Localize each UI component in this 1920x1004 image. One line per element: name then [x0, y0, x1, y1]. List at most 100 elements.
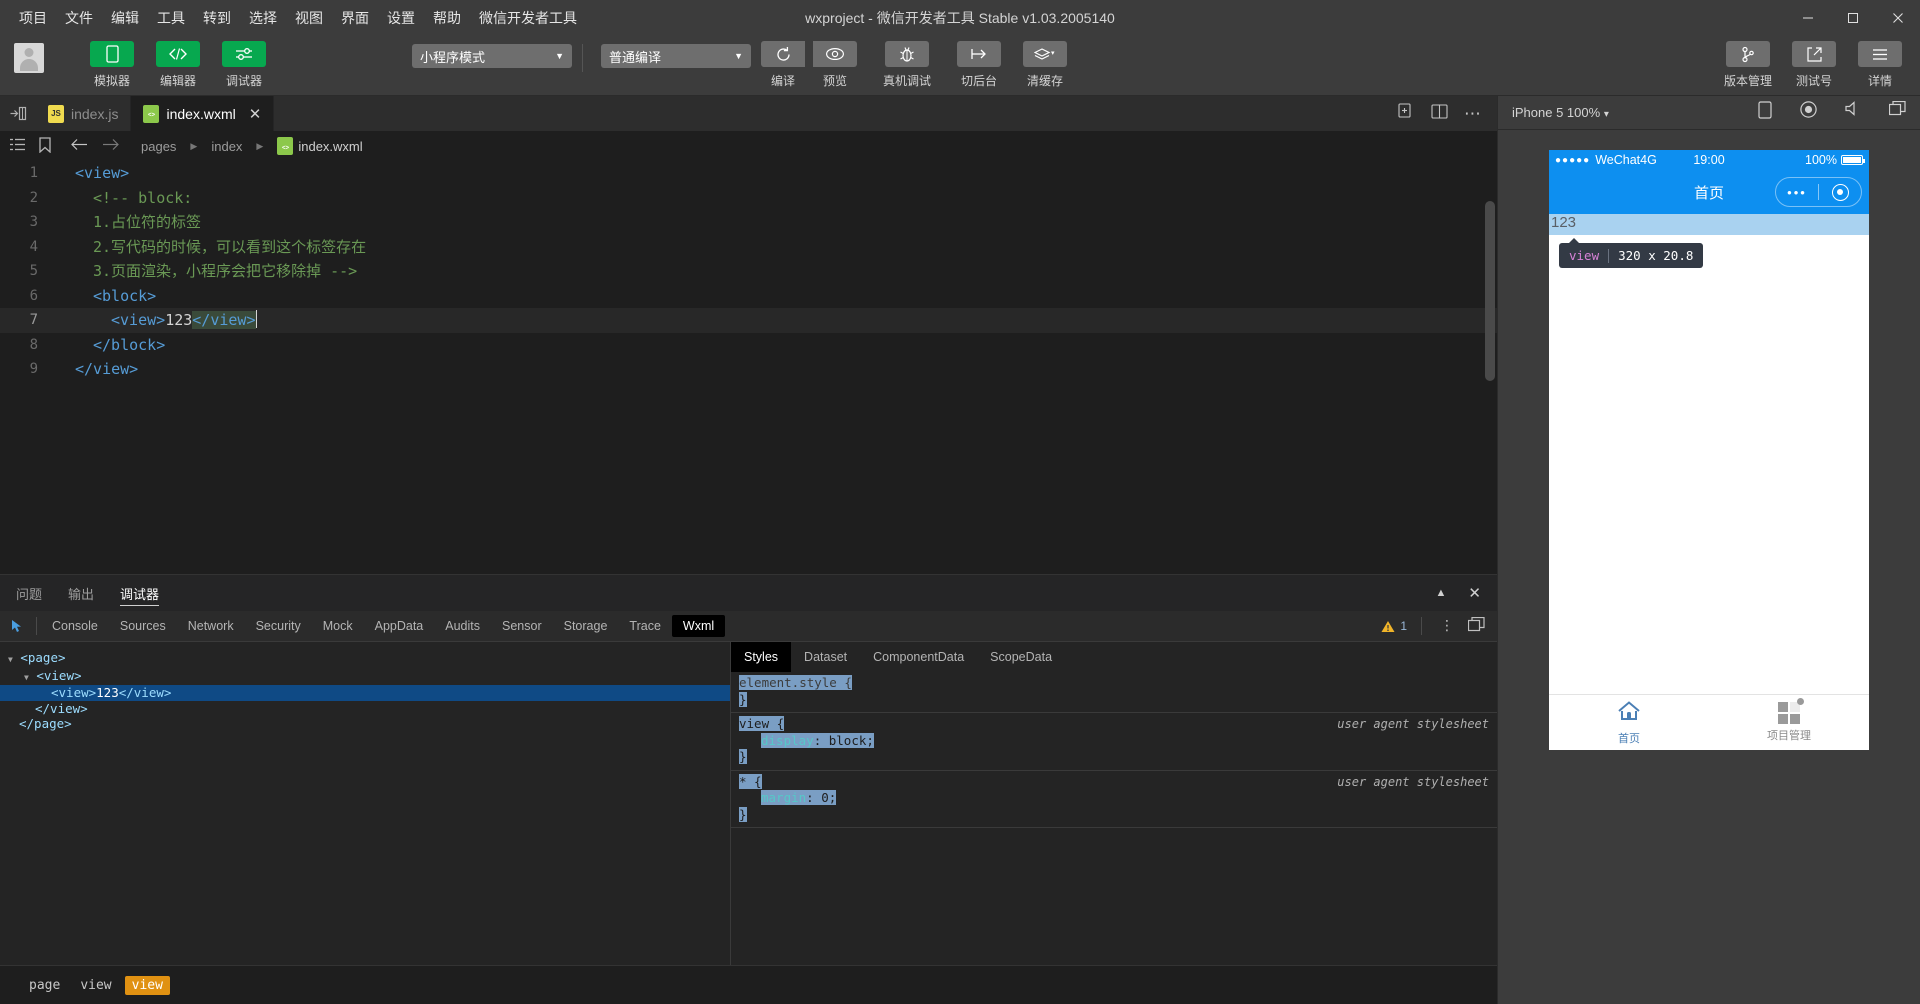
devtools-tab-mock[interactable]: Mock: [312, 615, 364, 637]
clear-cache-button[interactable]: ▾ 清缓存: [1019, 41, 1071, 89]
style-selector[interactable]: element.style {: [739, 675, 1497, 692]
dom-node-selected[interactable]: <view>123</view>: [0, 685, 730, 701]
tab-output[interactable]: 输出: [58, 575, 104, 611]
devtools-more-icon[interactable]: ⋮: [1440, 618, 1454, 632]
inspect-element-icon[interactable]: [0, 619, 36, 634]
toggle-sidebar-icon[interactable]: [0, 96, 36, 131]
styles-tab-dataset[interactable]: Dataset: [791, 642, 860, 672]
style-rule[interactable]: element.style {}: [731, 672, 1497, 713]
menu-item-settings[interactable]: 设置: [378, 4, 424, 32]
devtools-tab-security[interactable]: Security: [245, 615, 312, 637]
style-declaration[interactable]: margin: 0;: [739, 790, 1497, 807]
more-actions-icon[interactable]: ⋯: [1464, 105, 1481, 122]
bookmark-icon[interactable]: [39, 136, 51, 156]
breadcrumb-item-file[interactable]: <> index.wxml: [277, 137, 363, 155]
phone-page-body[interactable]: 123 view 320 x 20.8 首页 项目管理: [1549, 214, 1869, 750]
record-icon[interactable]: [1800, 101, 1817, 124]
navigate-forward-icon[interactable]: [102, 138, 119, 154]
detach-window-icon[interactable]: [1888, 100, 1906, 124]
devtools-tab-storage[interactable]: Storage: [553, 615, 619, 637]
warning-badge[interactable]: 1: [1381, 619, 1407, 633]
test-account-button[interactable]: 测试号: [1788, 41, 1840, 89]
tab-problems[interactable]: 问题: [6, 575, 52, 611]
styles-tab-scopedata[interactable]: ScopeData: [977, 642, 1065, 672]
style-rule[interactable]: user agent stylesheet view {display: bloc…: [731, 713, 1497, 771]
dom-node[interactable]: ▼ <page>: [0, 650, 730, 668]
target-icon[interactable]: [1819, 183, 1861, 201]
dom-crumb-view[interactable]: view: [73, 976, 118, 995]
dom-node[interactable]: ▼ <view>: [0, 668, 730, 686]
capsule-button[interactable]: •••: [1775, 177, 1862, 207]
devtools-tab-network[interactable]: Network: [177, 615, 245, 637]
menu-item-edit[interactable]: 编辑: [102, 4, 148, 32]
code-lines[interactable]: 1 <view> 2 <!-- block: 3 1.占位符的标签 4 2.写代码的时候，可以…: [0, 161, 1497, 382]
editor-tab-index-wxml[interactable]: <> index.wxml ✕: [131, 96, 275, 131]
menu-item-help[interactable]: 帮助: [424, 4, 470, 32]
menu-item-tools[interactable]: 工具: [148, 4, 194, 32]
debugger-toggle-button[interactable]: 调试器: [218, 41, 270, 89]
code-line[interactable]: 9 </view>: [0, 357, 1497, 382]
tabbar-item-project-management[interactable]: 项目管理: [1709, 695, 1869, 750]
dock-window-icon[interactable]: [1467, 616, 1485, 635]
project-mode-select[interactable]: 小程序模式 ▼: [412, 44, 572, 68]
style-rule[interactable]: user agent stylesheet * {margin: 0;}: [731, 771, 1497, 828]
devtools-tab-sensor[interactable]: Sensor: [491, 615, 553, 637]
menu-item-project[interactable]: 项目: [10, 4, 56, 32]
real-device-debug-button[interactable]: 真机调试: [875, 41, 939, 89]
code-line[interactable]: 6 <block>: [0, 284, 1497, 309]
dom-crumb-page[interactable]: page: [22, 976, 67, 995]
code-line[interactable]: 4 2.写代码的时候，可以看到这个标签存在: [0, 235, 1497, 260]
style-rule-list[interactable]: element.style {} user agent stylesheet vie…: [731, 672, 1497, 828]
code-line[interactable]: 8 </block>: [0, 333, 1497, 358]
wxml-dom-tree[interactable]: ▼ <page> ▼ <view> <view>123</view> </view> <…: [0, 642, 731, 965]
code-line[interactable]: 7 <view>123</view>: [0, 308, 1497, 333]
menu-item-goto[interactable]: 转到: [194, 4, 240, 32]
compile-button[interactable]: 编译: [757, 41, 809, 89]
menu-item-file[interactable]: 文件: [56, 4, 102, 32]
split-editor-icon[interactable]: [1431, 103, 1448, 124]
devtools-tab-appdata[interactable]: AppData: [364, 615, 435, 637]
expand-arrow-icon[interactable]: ▼: [24, 673, 29, 682]
avatar[interactable]: [14, 43, 44, 73]
breadcrumb-item-pages[interactable]: pages: [141, 139, 176, 154]
device-select[interactable]: iPhone 5 100% ▾: [1512, 105, 1609, 120]
expand-arrow-icon[interactable]: ▼: [8, 655, 13, 664]
dom-crumb-view-selected[interactable]: view: [124, 975, 170, 995]
dom-node[interactable]: </view>: [0, 701, 730, 717]
compile-mode-select[interactable]: 普通编译 ▼: [601, 44, 751, 68]
tabbar-item-home[interactable]: 首页: [1549, 695, 1709, 750]
new-file-icon[interactable]: [1398, 103, 1415, 124]
editor-scrollbar[interactable]: [1485, 201, 1495, 381]
details-button[interactable]: 详情: [1854, 41, 1906, 89]
preview-button[interactable]: 预览: [809, 41, 861, 89]
rotate-device-icon[interactable]: [1758, 101, 1772, 124]
code-line[interactable]: 3 1.占位符的标签: [0, 210, 1497, 235]
simulator-toggle-button[interactable]: 模拟器: [86, 41, 138, 89]
devtools-tab-sources[interactable]: Sources: [109, 615, 177, 637]
close-icon[interactable]: ✕: [249, 105, 262, 123]
menu-item-view[interactable]: 视图: [286, 4, 332, 32]
editor-toggle-button[interactable]: 编辑器: [152, 41, 204, 89]
more-icon[interactable]: •••: [1776, 185, 1818, 200]
highlighted-view-element[interactable]: 123: [1549, 214, 1869, 235]
menu-item-devtools[interactable]: 微信开发者工具: [470, 4, 586, 32]
styles-tab-styles[interactable]: Styles: [731, 642, 792, 672]
code-line[interactable]: 1 <view>: [0, 161, 1497, 186]
styles-tab-componentdata[interactable]: ComponentData: [860, 642, 977, 672]
volume-icon[interactable]: [1845, 101, 1861, 124]
outline-icon[interactable]: [10, 138, 25, 154]
maximize-button[interactable]: [1830, 0, 1875, 36]
minimize-button[interactable]: [1785, 0, 1830, 36]
close-button[interactable]: [1875, 0, 1920, 36]
devtools-tab-wxml[interactable]: Wxml: [671, 615, 726, 637]
navigate-back-icon[interactable]: [71, 138, 88, 154]
breadcrumb-item-index[interactable]: index: [211, 139, 242, 154]
editor-tab-index-js[interactable]: JS index.js: [36, 96, 132, 131]
devtools-tab-console[interactable]: Console: [41, 615, 109, 637]
close-panel-icon[interactable]: ✕: [1468, 584, 1481, 602]
version-control-button[interactable]: 版本管理: [1722, 41, 1774, 89]
collapse-panel-icon[interactable]: ▲: [1436, 587, 1447, 599]
menu-item-interface[interactable]: 界面: [332, 4, 378, 32]
dom-node[interactable]: </page>: [0, 716, 730, 732]
tab-debugger[interactable]: 调试器: [110, 575, 169, 611]
